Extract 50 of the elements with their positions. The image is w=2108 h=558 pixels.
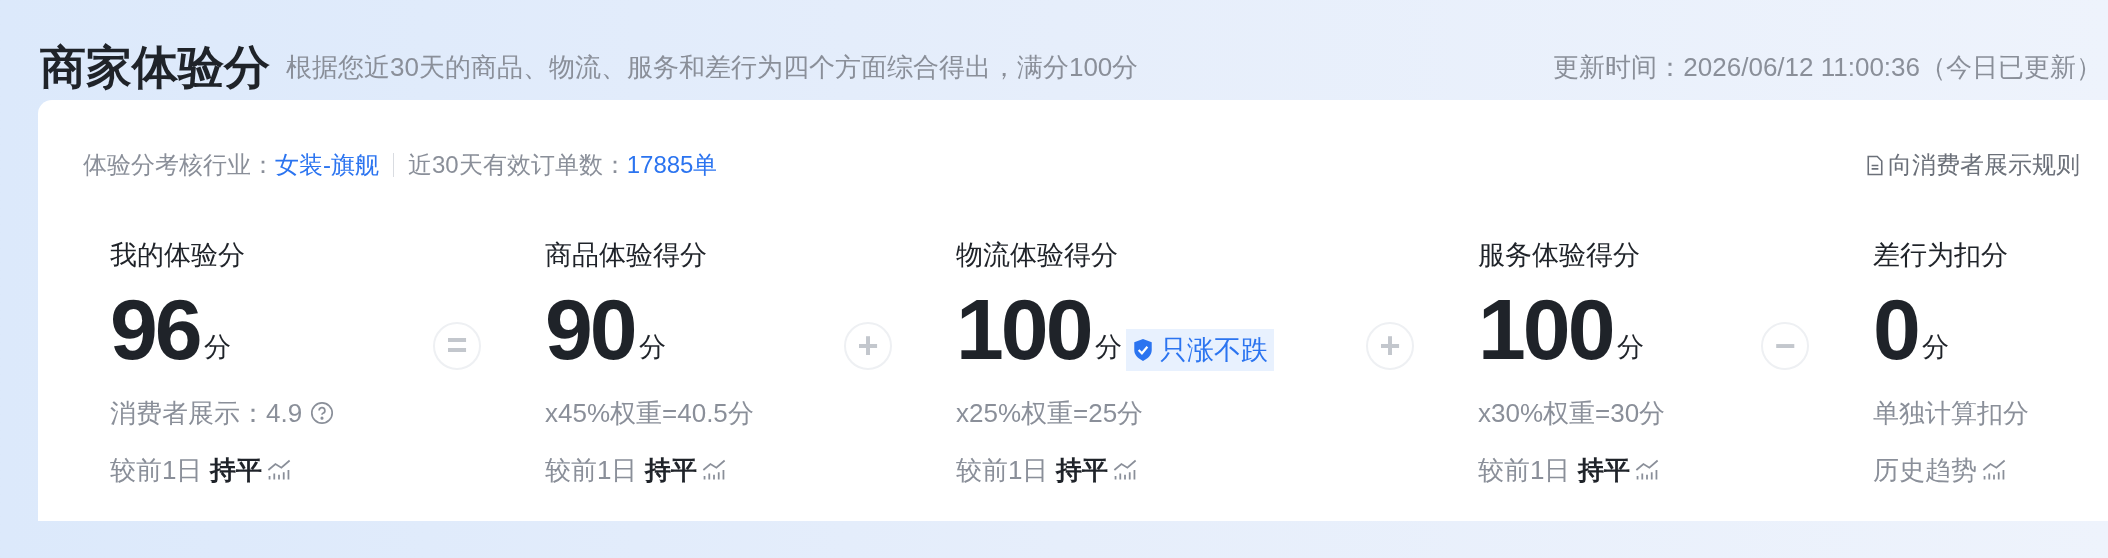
orders-label: 近30天有效订单数：	[408, 150, 627, 180]
trend-chart-icon[interactable]	[266, 458, 293, 482]
metric-label: 我的体验分	[110, 239, 246, 272]
metric-label: 差行为扣分	[1873, 239, 2009, 272]
score-detail: 消费者展示：4.9	[110, 396, 303, 430]
document-icon	[1866, 154, 1884, 176]
score-value: 90	[545, 285, 635, 373]
trend-chart-icon[interactable]	[1112, 458, 1139, 482]
metric-label: 商品体验得分	[545, 239, 708, 272]
score-unit: 分	[1094, 330, 1122, 364]
orders-count: 17885单	[626, 150, 718, 180]
operator-sign: =	[433, 322, 481, 370]
trend-label: 较前1日	[956, 453, 1049, 487]
operator-sign: +	[1366, 322, 1414, 370]
help-icon[interactable]	[310, 401, 335, 425]
score-unit: 分	[203, 330, 231, 364]
rules-link[interactable]: 向消费者展示规则	[1866, 147, 2080, 183]
score-detail: 单独计算扣分	[1873, 396, 2029, 430]
trend-label: 较前1日	[110, 453, 203, 487]
trend-label: 较前1日	[1478, 453, 1571, 487]
trend-value: 持平	[645, 453, 698, 487]
metric-label: 服务体验得分	[1478, 239, 1641, 272]
industry-link[interactable]: 女装-旗舰	[275, 147, 379, 183]
score-unit: 分	[638, 330, 666, 364]
industry-label: 体验分考核行业：	[83, 150, 275, 180]
operator-sign: +	[844, 322, 892, 370]
score-value: 96	[110, 285, 200, 373]
score-value: 0	[1873, 285, 1918, 373]
score-unit: 分	[1616, 330, 1644, 364]
trend-label: 历史趋势	[1873, 453, 1977, 487]
page-title: 商家体验分	[40, 40, 270, 95]
score-detail: x30%权重=30分	[1478, 396, 1666, 430]
trend-chart-icon[interactable]	[701, 458, 728, 482]
page-subtitle: 根据您近30天的商品、物流、服务和差行为四个方面综合得出，满分100分	[286, 51, 1139, 84]
trend-value: 持平	[1056, 453, 1109, 487]
trend-chart-icon[interactable]	[1981, 458, 2007, 482]
score-detail: x45%权重=40.5分	[545, 396, 754, 430]
trend-label: 较前1日	[545, 453, 638, 487]
score-value: 100	[1478, 285, 1613, 373]
operator-sign: −	[1761, 322, 1809, 370]
metric-label: 物流体验得分	[956, 239, 1119, 272]
guarantee-badge: 只涨不跌	[1125, 329, 1274, 371]
shield-check-icon	[1131, 338, 1154, 362]
trend-value: 持平	[1578, 453, 1631, 487]
score-detail: x25%权重=25分	[956, 396, 1144, 430]
trend-chart-icon[interactable]	[1634, 458, 1661, 482]
score-value: 100	[956, 285, 1091, 373]
update-time: 更新时间：2026/06/12 11:00:36（今日已更新）	[1553, 51, 2102, 84]
score-unit: 分	[1921, 330, 1949, 364]
trend-value: 持平	[210, 453, 263, 487]
